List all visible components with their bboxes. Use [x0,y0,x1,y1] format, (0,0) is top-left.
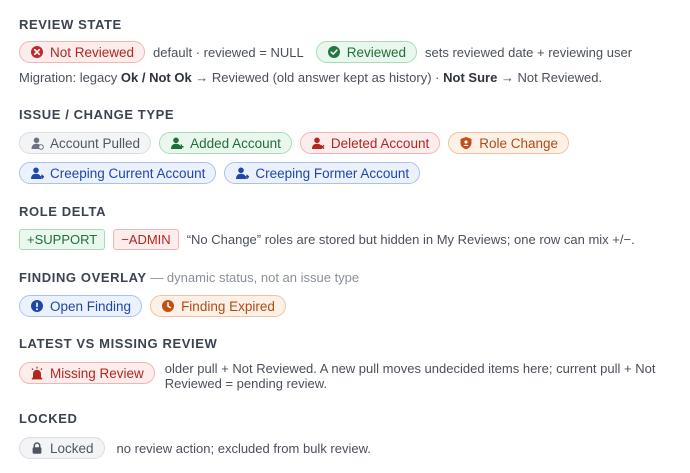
creeping-current-badge: Creeping Current Account [19,162,217,184]
deleted-account-label: Deleted Account [330,135,430,151]
migration-prefix: Migration: legacy [19,70,121,85]
migration-note: Migration: legacy Ok / Not Ok → Reviewed… [19,70,670,85]
finding-overlay-title: FINDING OVERLAY — dynamic status, not an… [19,269,682,287]
role-removed-tag: −ADMIN [113,229,179,250]
locked-note: no review action; excluded from bulk rev… [116,440,371,456]
locked-title: LOCKED [19,411,78,426]
user-icon [30,136,44,150]
reviewed-note: sets reviewed date + reviewing user [425,44,633,60]
clock-icon [161,299,175,313]
review-state-title: REVIEW STATE [19,17,122,32]
account-pulled-badge: Account Pulled [19,132,152,154]
reviewed-label: Reviewed [346,44,406,60]
missing-review-label: Missing Review [50,365,144,381]
role-delta-section: ROLE DELTA +SUPPORT −ADMIN “No Change” r… [19,203,682,250]
added-account-label: Added Account [190,135,281,151]
not-reviewed-label: Not Reviewed [50,44,135,60]
added-account-badge: Added Account [159,132,292,154]
reviewed-badge: Reviewed [315,41,417,63]
not-reviewed-badge: Not Reviewed [19,41,146,63]
user-arrow-icon [235,166,250,180]
latest-missing-title: LATEST VS MISSING REVIEW [19,336,218,351]
issue-type-title: ISSUE / CHANGE TYPE [19,107,175,122]
locked-badge: Locked [19,437,105,459]
user-x-icon [311,136,325,150]
locked-label: Locked [50,440,94,456]
role-change-badge: Role Change [448,132,570,154]
deleted-account-badge: Deleted Account [299,132,441,154]
creeping-former-badge: Creeping Former Account [224,162,421,184]
alert-circle-icon [30,299,44,313]
issue-type-section: ISSUE / CHANGE TYPE Account Pulled Added… [19,106,682,184]
missing-review-note-line1: older pull + Not Reviewed. A new pull mo… [164,361,656,376]
locked-section: LOCKED Locked no review action; excluded… [19,410,682,459]
role-delta-note: “No Change” roles are stored but hidden … [186,232,635,247]
open-finding-label: Open Finding [50,298,132,314]
account-pulled-label: Account Pulled [50,135,141,151]
shield-icon [459,136,473,150]
migration-ok: Ok / Not Ok [120,70,192,85]
missing-review-note-line2: Reviewed = pending review. [164,376,328,391]
finding-expired-badge: Finding Expired [150,295,286,317]
open-finding-badge: Open Finding [19,295,143,317]
review-state-section: REVIEW STATE Not Reviewed default · revi… [19,16,682,85]
finding-overlay-heading: FINDING OVERLAY [19,270,147,285]
role-change-label: Role Change [479,135,559,151]
check-circle-icon [327,45,341,59]
lock-icon [30,441,44,455]
x-circle-icon [30,45,44,59]
migration-notsure: Not Sure [443,70,498,85]
role-added-tag: +SUPPORT [19,229,106,250]
user-clock-icon [30,166,44,180]
latest-missing-section: LATEST VS MISSING REVIEW Missing Review … [19,335,682,391]
creeping-former-label: Creeping Former Account [255,165,410,181]
migration-end: → Not Reviewed. [497,70,603,85]
creeping-current-label: Creeping Current Account [50,165,206,181]
missing-review-badge: Missing Review [19,362,155,384]
finding-overlay-section: FINDING OVERLAY — dynamic status, not an… [19,269,682,317]
missing-review-note: older pull + Not Reviewed. A new pull mo… [165,361,656,391]
user-plus-icon [170,136,184,150]
not-reviewed-note: default · reviewed = NULL [153,44,304,60]
finding-expired-label: Finding Expired [181,298,275,314]
finding-overlay-subtitle: — dynamic status, not an issue type [146,270,360,285]
role-delta-title: ROLE DELTA [19,204,107,219]
migration-mid: → Reviewed (old answer kept as history) … [191,70,444,85]
alarm-icon [30,366,44,380]
